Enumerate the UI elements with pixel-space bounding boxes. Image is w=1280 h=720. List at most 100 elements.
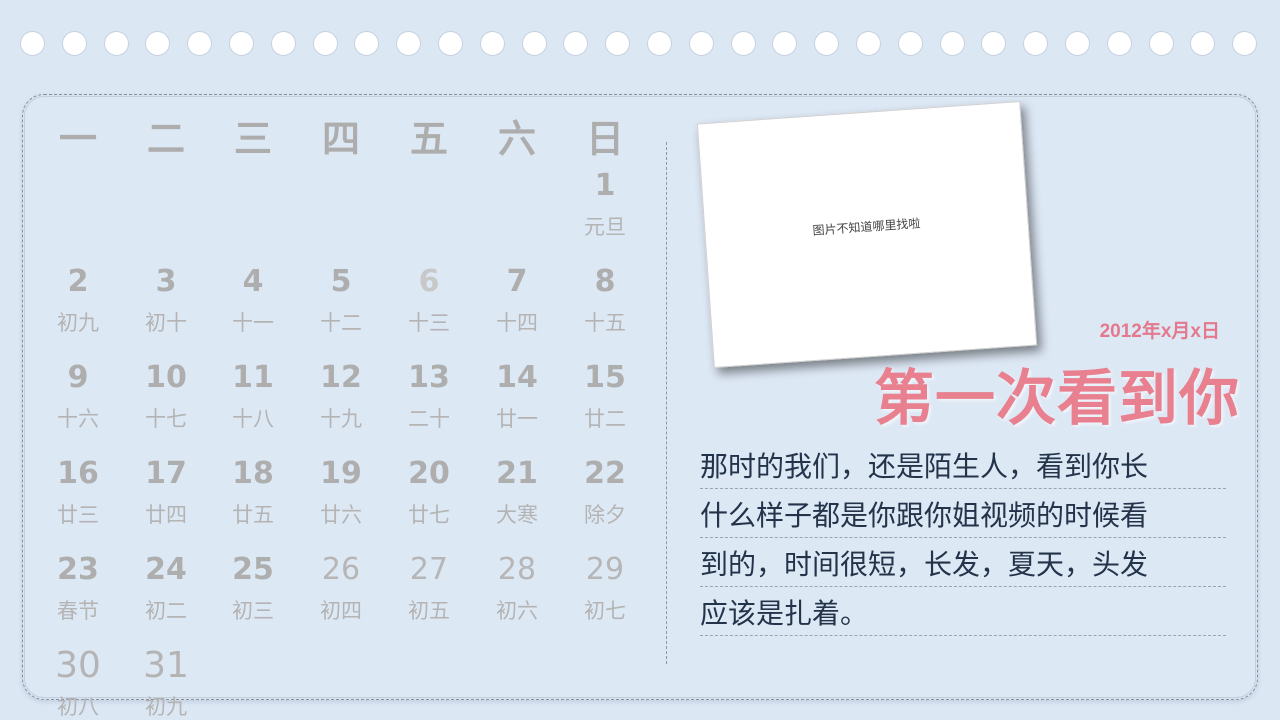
day-number: 1 [594, 168, 616, 203]
calendar-day: 18 廿五 [209, 456, 297, 528]
lunar-date: 十七 [145, 407, 187, 431]
binder-hole [730, 31, 756, 56]
binder-hole [772, 31, 798, 56]
binder-hole [1232, 31, 1258, 56]
day-number: 28 [497, 552, 537, 587]
calendar-day: 8 十五 [561, 264, 649, 336]
entry-title: 第一次看到你 [874, 364, 1240, 434]
binder-hole [61, 31, 87, 56]
calendar-day: 6 十三 [385, 264, 473, 336]
day-number: 24 [145, 552, 187, 587]
day-number: 29 [585, 552, 625, 587]
day-number: 13 [408, 360, 450, 395]
calendar-day: 13 二十 [385, 360, 473, 432]
divider-line [666, 142, 667, 664]
lunar-date: 初四 [320, 599, 362, 623]
photo-placeholder-text: 图片不知道哪里找啦 [812, 216, 921, 238]
calendar-day: 25 初三 [209, 552, 297, 624]
binder-hole [1065, 31, 1090, 56]
binder-hole [647, 31, 672, 56]
day-number: 8 [594, 264, 616, 299]
day-number: 7 [506, 264, 528, 299]
day-number: 25 [232, 552, 274, 587]
story-line: 什么样子都是你跟你姐视频的时候看 [700, 489, 1226, 538]
binder-holes [0, 0, 1280, 90]
lunar-date: 春节 [57, 599, 99, 623]
lunar-date: 十三 [408, 311, 450, 335]
binder-hole [1148, 31, 1174, 56]
day-number: 18 [232, 456, 274, 491]
calendar-day: 2 初九 [34, 264, 122, 336]
lunar-date: 十六 [57, 407, 99, 431]
binder-hole [396, 31, 422, 56]
binder-hole [312, 31, 338, 56]
lunar-date: 十五 [584, 311, 626, 335]
calendar-day: 23 春节 [34, 552, 122, 624]
weekday-header: 六 [497, 116, 536, 161]
day-number: 2 [67, 264, 89, 299]
lunar-date: 元旦 [584, 215, 626, 239]
lunar-date: 初十 [145, 311, 187, 335]
binder-hole [1106, 31, 1132, 56]
lunar-date: 廿一 [496, 407, 538, 431]
calendar-day: 4 十一 [209, 264, 297, 336]
day-number: 6 [418, 264, 440, 299]
calendar-day: 28 初六 [473, 552, 561, 624]
calendar-day: 7 十四 [473, 264, 561, 336]
day-number: 20 [408, 456, 450, 491]
lunar-date: 十四 [496, 311, 538, 335]
calendar-day: 27 初五 [385, 552, 473, 624]
calendar-day: 3 初十 [122, 264, 210, 336]
weekday-header: 四 [321, 116, 360, 161]
binder-hole [187, 31, 213, 56]
calendar-day: 29 初七 [561, 552, 649, 624]
binder-hole [856, 31, 881, 56]
calendar-day: 31 初九 [122, 648, 210, 720]
day-number: 16 [57, 456, 99, 491]
calendar-grid: 一 二 三 四 五 六 日 1 元旦 2 初九 3 初十 4 十一 5 十二 6 十三 7 十四 8 十五 9 十六 10 十七 11… [32, 96, 652, 720]
lunar-date: 初五 [408, 599, 450, 623]
day-number: 5 [330, 264, 352, 299]
calendar-day: 19 廿六 [297, 456, 385, 528]
calendar-day: 16 廿三 [34, 456, 122, 528]
weekday-header: 三 [233, 116, 272, 161]
lunar-date: 廿五 [232, 503, 274, 527]
weekday-header: 五 [409, 116, 448, 161]
binder-hole [814, 31, 840, 56]
lunar-date: 初九 [145, 695, 187, 719]
day-number: 15 [584, 360, 626, 395]
story-line: 到的，时间很短，长发，夏天，头发 [700, 538, 1226, 587]
calendar-day: 21 大寒 [473, 456, 561, 528]
day-number: 12 [320, 360, 362, 395]
lunar-date: 廿四 [145, 503, 187, 527]
day-number: 22 [584, 456, 626, 491]
day-number: 10 [145, 360, 187, 395]
binder-hole [688, 31, 714, 56]
day-number: 26 [321, 552, 361, 587]
binder-hole [981, 31, 1007, 56]
lunar-date: 廿七 [408, 503, 450, 527]
lunar-date: 除夕 [584, 503, 626, 527]
binder-hole [605, 31, 631, 56]
lunar-date: 初九 [57, 311, 99, 335]
lunar-date: 初八 [57, 695, 99, 719]
calendar-day: 1 元旦 [561, 168, 649, 240]
day-number: 11 [232, 360, 274, 395]
lunar-date: 十一 [232, 311, 274, 335]
lunar-date: 初六 [496, 599, 538, 623]
binder-hole [479, 31, 505, 56]
lunar-date: 初二 [145, 599, 187, 623]
binder-hole [270, 31, 296, 56]
day-number: 30 [55, 645, 101, 686]
lunar-date: 初三 [232, 599, 274, 623]
binder-hole [563, 31, 589, 56]
photo-frame: 图片不知道哪里找啦 [696, 100, 1038, 369]
calendar-day: 26 初四 [297, 552, 385, 624]
story-line: 那时的我们，还是陌生人，看到你长 [700, 440, 1226, 489]
calendar-day: 30 初八 [34, 648, 122, 720]
weekday-header: 日 [585, 116, 624, 161]
day-number: 14 [496, 360, 538, 395]
day-number: 23 [57, 552, 99, 587]
day-number: 4 [242, 264, 264, 299]
calendar-day: 5 十二 [297, 264, 385, 336]
